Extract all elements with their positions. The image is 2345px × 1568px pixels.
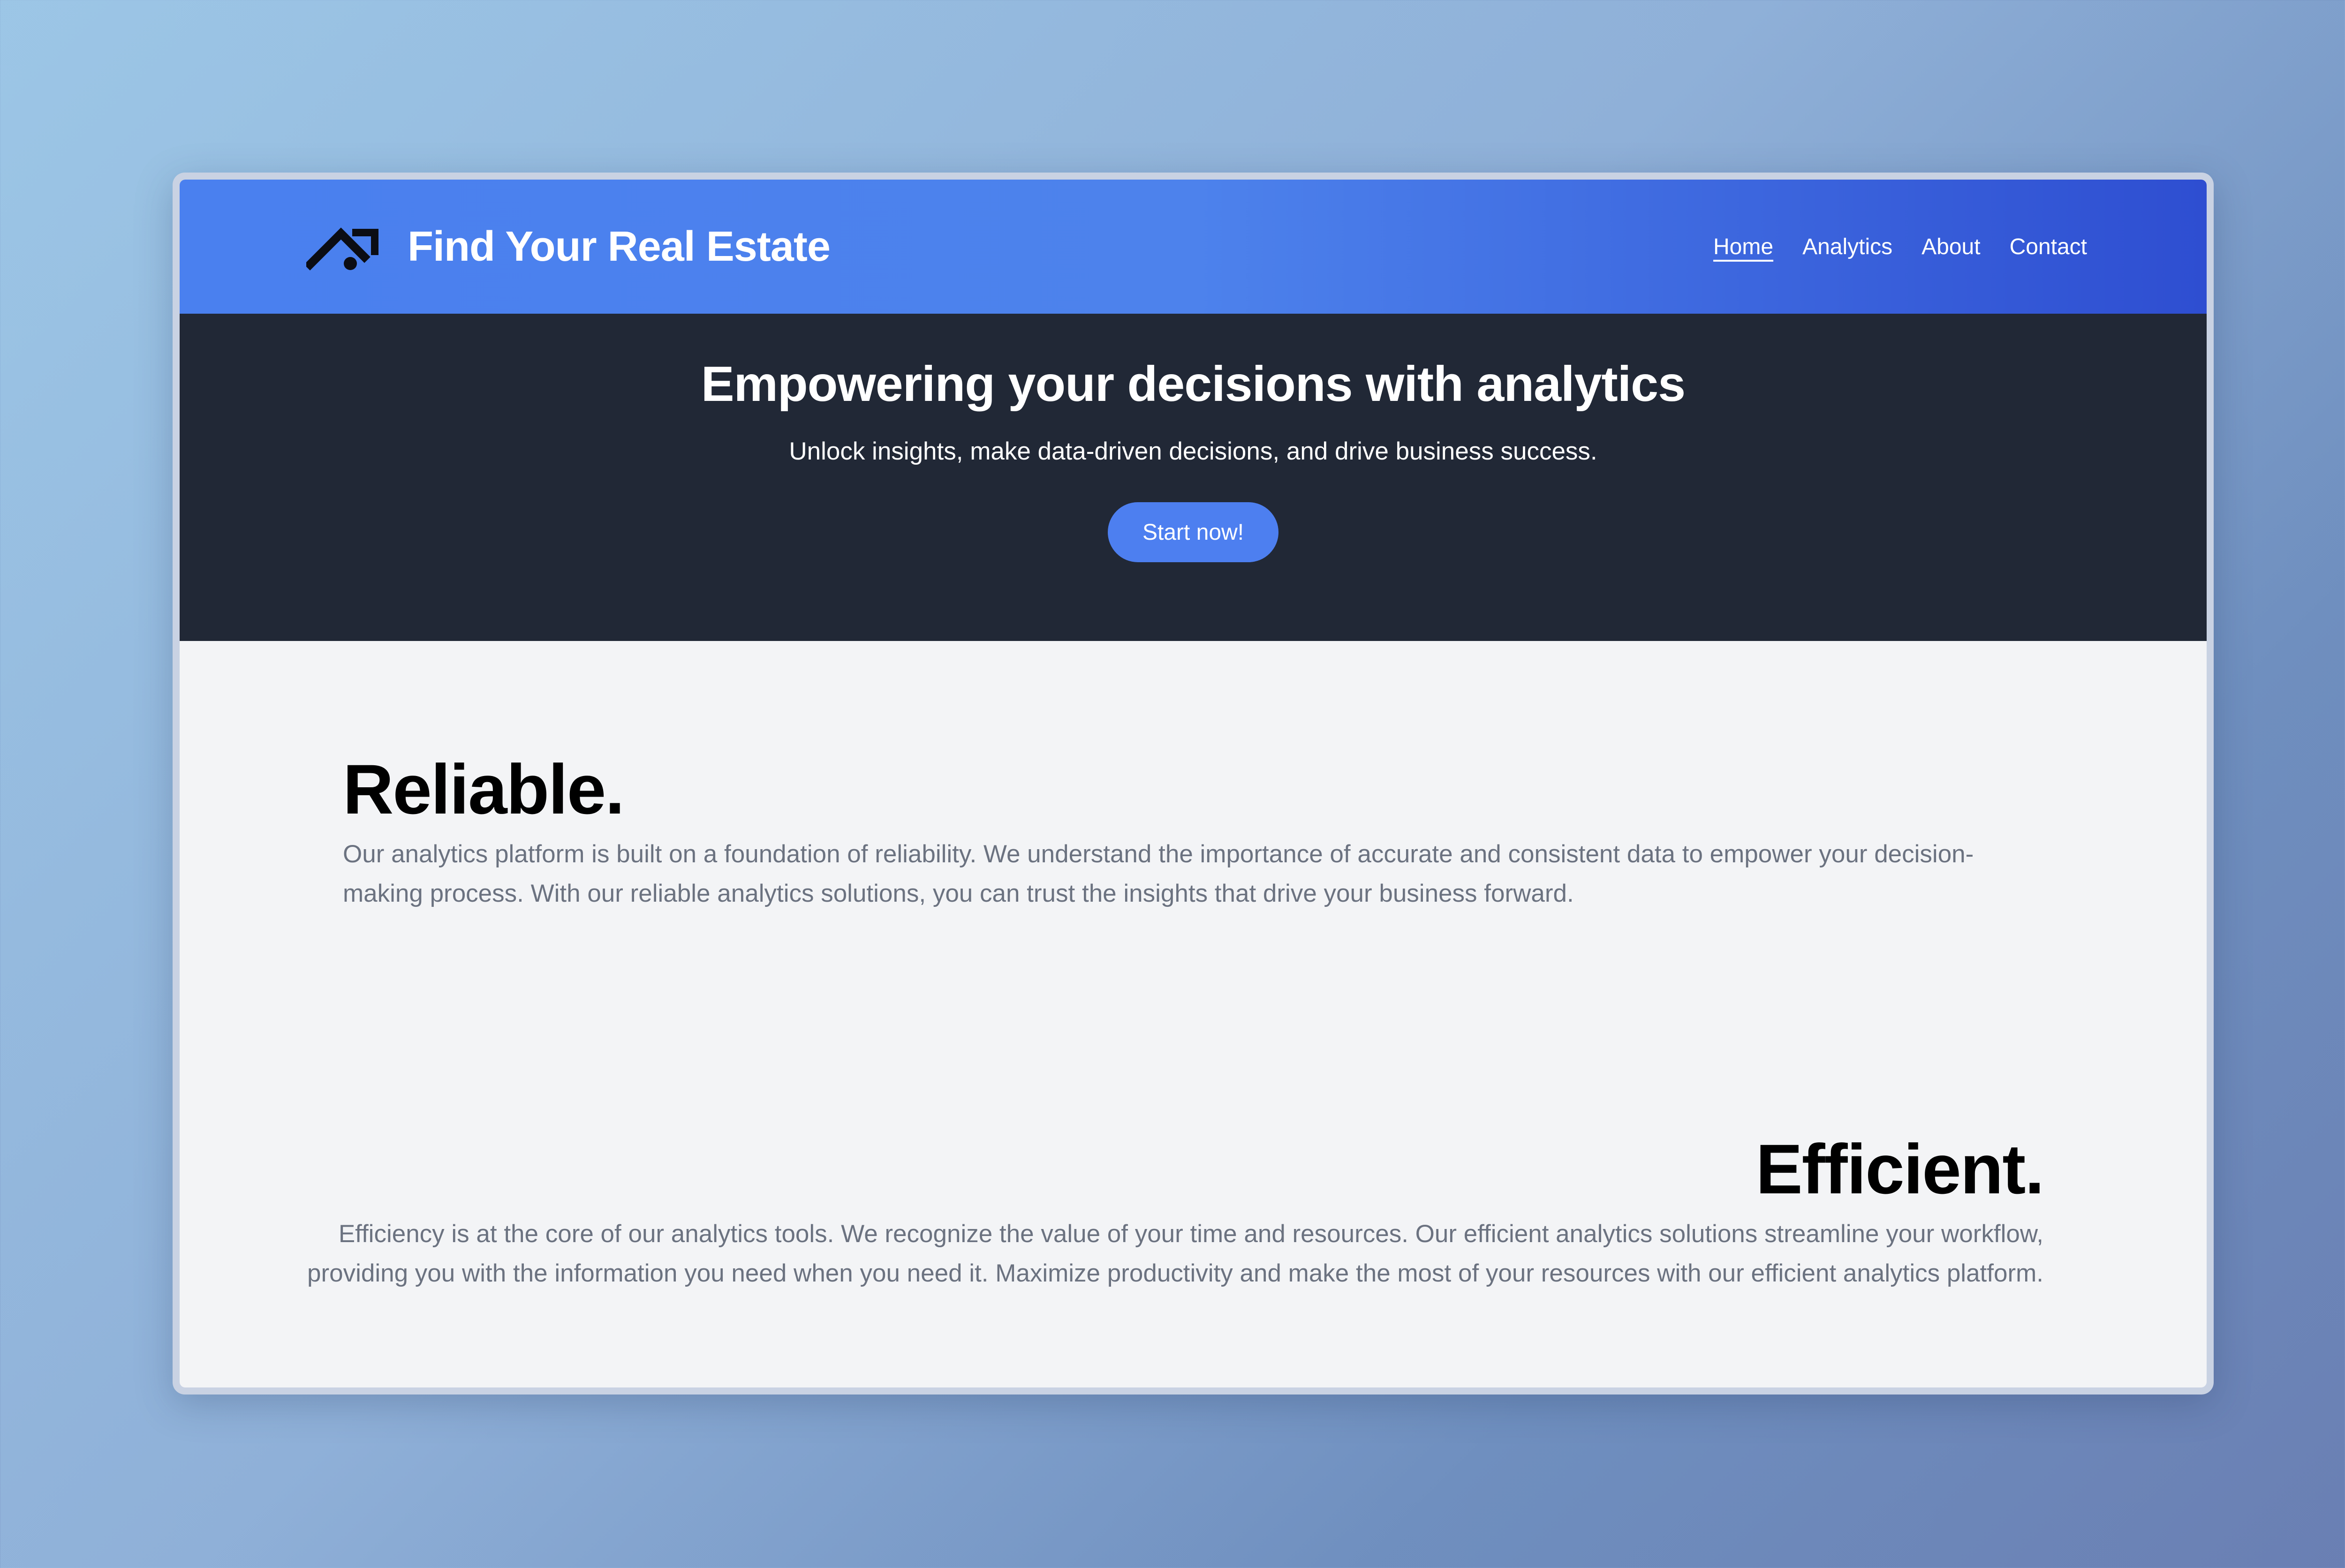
hero-title: Empowering your decisions with analytics (701, 356, 1686, 412)
nav-link-home[interactable]: Home (1713, 234, 1773, 260)
reliable-body: Our analytics platform is built on a fou… (343, 840, 1974, 907)
brand-name: Find Your Real Estate (408, 223, 831, 270)
nav-link-about[interactable]: About (1921, 234, 1980, 260)
page-frame: Find Your Real Estate Home Analytics Abo… (180, 180, 2207, 1387)
nav-link-contact[interactable]: Contact (2010, 234, 2087, 260)
hero-section: Empowering your decisions with analytics… (180, 314, 2207, 641)
main-nav: Home Analytics About Contact (1713, 234, 2087, 260)
reliable-section: Reliable. Our analytics platform is buil… (343, 754, 2031, 913)
house-roof-icon (306, 227, 378, 271)
hero-subtitle: Unlock insights, make data-driven decisi… (789, 437, 1597, 465)
reliable-heading: Reliable. (343, 750, 625, 829)
start-now-button[interactable]: Start now! (1108, 502, 1278, 562)
efficient-heading: Efficient. (1755, 1130, 2044, 1208)
nav-link-analytics[interactable]: Analytics (1802, 234, 1892, 260)
efficient-body: Efficiency is at the core of our analyti… (307, 1220, 2043, 1287)
brand[interactable]: Find Your Real Estate (306, 219, 831, 275)
navbar: Find Your Real Estate Home Analytics Abo… (180, 180, 2207, 314)
efficient-section: Efficient. Efficiency is at the core of … (299, 1130, 2044, 1293)
browser-window: Find Your Real Estate Home Analytics Abo… (173, 173, 2214, 1395)
